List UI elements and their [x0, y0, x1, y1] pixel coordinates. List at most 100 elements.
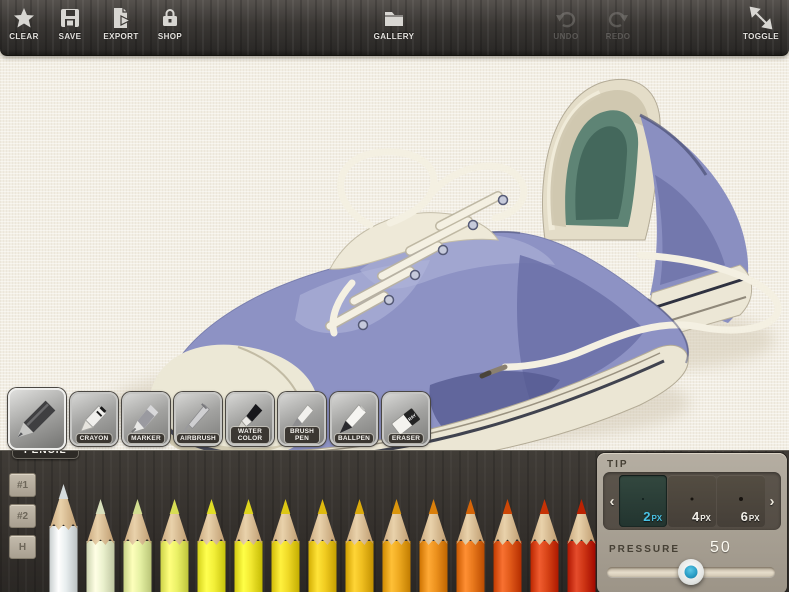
hardness-buttons: #1 #2 H — [9, 473, 36, 559]
bottom-panel: PENCIL #1 #2 H TIP ‹ 2 PX 4 PX 6 PX › PR… — [0, 450, 789, 592]
pencil-swatch[interactable] — [563, 497, 600, 592]
pencil-graphic — [271, 499, 300, 592]
export-document-icon — [114, 8, 132, 28]
pressure-label: PRESSURE — [609, 544, 681, 555]
shopping-bag-icon — [163, 9, 177, 26]
pencil-graphic — [234, 499, 263, 592]
export-label: EXPORT — [103, 32, 139, 41]
hardness-button-2[interactable]: #2 — [9, 504, 36, 528]
tool-marker[interactable]: MARKER — [122, 392, 170, 446]
pencil-graphic — [49, 484, 78, 592]
clear-label: CLEAR — [9, 32, 39, 41]
selected-tool-tab: PENCIL — [12, 451, 79, 459]
gallery-button[interactable]: GALLERY — [371, 6, 417, 50]
pencil-swatch[interactable] — [489, 497, 526, 592]
pencil-graphic — [382, 499, 411, 592]
tool-watercolor[interactable]: WATER COLOR — [226, 392, 274, 446]
save-button[interactable]: SAVE — [47, 6, 93, 50]
pencil-graphic — [567, 499, 596, 592]
tip-size-num: 2 — [643, 509, 651, 524]
gallery-label: GALLERY — [373, 32, 415, 41]
tip-size-unit: PX — [700, 514, 711, 523]
pencil-tool-icon — [17, 400, 56, 438]
export-button[interactable]: EXPORT — [98, 6, 144, 50]
star-icon — [14, 8, 34, 28]
pencil-swatch[interactable] — [304, 497, 341, 592]
crayon-tool-icon — [79, 405, 107, 433]
tool-crayon[interactable]: CRAYON — [70, 392, 118, 446]
toggle-arrows-icon — [749, 6, 773, 30]
undo-button[interactable]: UNDO — [543, 6, 589, 50]
drawing-app: CLEAR SAVE EXPORT SHOP GALLERY UNDO REDO… — [0, 0, 789, 592]
pencil-graphic — [345, 499, 374, 592]
tool-watercolor-label: WATER COLOR — [231, 427, 269, 443]
hardness-button-1[interactable]: #1 — [9, 473, 36, 497]
tip-size-6px[interactable]: 6 PX — [716, 475, 765, 527]
pencil-swatch[interactable] — [341, 497, 378, 592]
pencil-swatch[interactable] — [45, 482, 82, 592]
undo-arrow-icon — [556, 11, 576, 28]
ballpen-tool-icon — [339, 404, 367, 434]
pencil-graphic — [493, 499, 522, 592]
pressure-slider[interactable] — [607, 559, 775, 585]
pencil-graphic — [197, 499, 226, 592]
tip-size-4px[interactable]: 4 PX — [668, 475, 716, 527]
pressure-slider-knob[interactable] — [678, 559, 704, 585]
pencil-graphic — [530, 499, 559, 592]
pencil-swatch[interactable] — [378, 497, 415, 592]
tool-row: CRAYON MARKER AIRBRUSH WATER COLOR BRUSH… — [8, 388, 430, 450]
pencil-swatch[interactable] — [82, 497, 119, 592]
pencil-graphic — [123, 499, 152, 592]
save-label: SAVE — [58, 32, 82, 41]
redo-button[interactable]: REDO — [595, 6, 641, 50]
pencil-swatch[interactable] — [267, 497, 304, 592]
pencil-swatch[interactable] — [452, 497, 489, 592]
tool-eraser-label: ERASER — [388, 434, 424, 443]
tip-dot — [642, 497, 645, 500]
floppy-disk-icon — [61, 9, 79, 27]
tool-brushpen-label: BRUSH PEN — [285, 427, 319, 443]
tool-marker-label: MARKER — [128, 434, 164, 443]
pencil-graphic — [456, 499, 485, 592]
clear-button[interactable]: CLEAR — [1, 6, 47, 50]
shop-label: SHOP — [157, 32, 183, 41]
tip-size-num: 6 — [740, 509, 748, 524]
pressure-value: 50 — [710, 539, 732, 556]
pencil-graphic — [160, 499, 189, 592]
pencil-graphic — [419, 499, 448, 592]
tip-size-unit: PX — [748, 514, 760, 523]
marker-tool-icon — [131, 404, 159, 433]
pencil-swatch[interactable] — [156, 497, 193, 592]
toggle-label: TOGGLE — [742, 32, 780, 41]
pencil-swatch[interactable] — [193, 497, 230, 592]
eraser-tool-icon: RAY — [391, 408, 421, 435]
pencil-swatch[interactable] — [230, 497, 267, 592]
pencil-swatch[interactable] — [415, 497, 452, 592]
tool-eraser[interactable]: RAY ERASER — [382, 392, 430, 446]
tool-airbrush-label: AIRBRUSH — [177, 434, 219, 443]
tool-crayon-label: CRAYON — [76, 434, 112, 443]
tip-next-arrow[interactable]: › — [765, 494, 779, 509]
hardness-button-h[interactable]: H — [9, 535, 36, 559]
pressure-knob-center — [684, 565, 698, 579]
tool-brushpen[interactable]: BRUSH PEN — [278, 392, 326, 446]
toggle-fullscreen-button[interactable]: TOGGLE — [738, 6, 784, 50]
tip-dot — [690, 497, 694, 501]
shop-button[interactable]: SHOP — [147, 6, 193, 50]
redo-label: REDO — [605, 32, 631, 41]
tool-ballpen[interactable]: BALLPEN — [330, 392, 378, 446]
tip-dot — [738, 496, 743, 501]
redo-arrow-icon — [608, 11, 628, 28]
tool-airbrush[interactable]: AIRBRUSH — [174, 392, 222, 446]
undo-label: UNDO — [553, 32, 579, 41]
tip-panel: TIP ‹ 2 PX 4 PX 6 PX › PRESSURE 50 — [597, 453, 787, 592]
tip-size-unit: PX — [651, 514, 663, 523]
top-toolbar: CLEAR SAVE EXPORT SHOP GALLERY UNDO REDO… — [0, 0, 789, 56]
pencil-color-tray — [45, 451, 600, 592]
tip-size-2px[interactable]: 2 PX — [619, 475, 668, 527]
tip-prev-arrow[interactable]: ‹ — [605, 494, 619, 509]
tip-size-num: 4 — [691, 509, 700, 524]
tool-pencil[interactable] — [8, 388, 66, 450]
pencil-swatch[interactable] — [119, 497, 156, 592]
pencil-swatch[interactable] — [526, 497, 563, 592]
